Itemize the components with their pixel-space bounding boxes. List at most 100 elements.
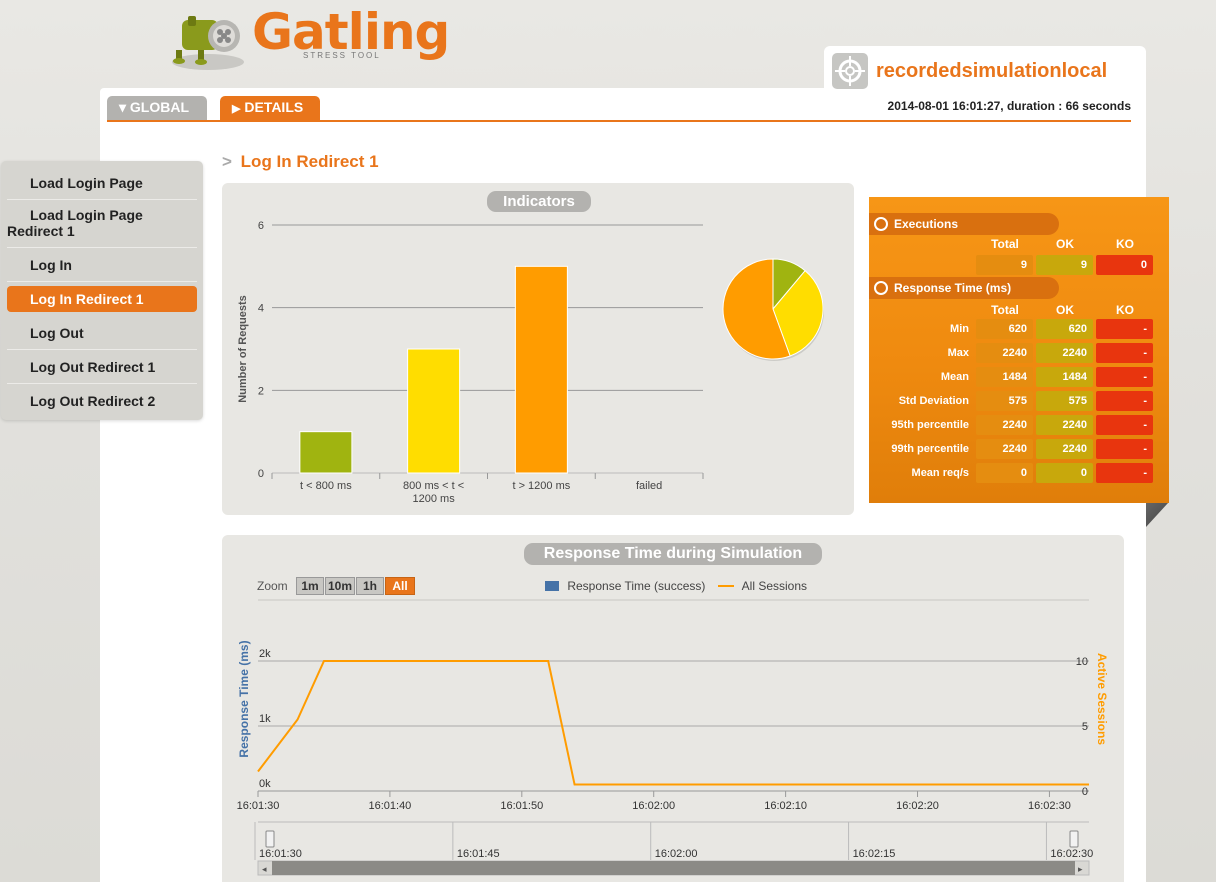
rt-cell-ko: - (1096, 343, 1153, 363)
scroll-left-icon: ◂ (262, 864, 267, 874)
executions-title: Executions (894, 217, 959, 231)
x-tick-label: 16:02:30 (1028, 800, 1071, 812)
rt-row-label: 99th percentile (891, 443, 969, 455)
y-right-axis-label: Active Sessions (1095, 653, 1109, 745)
x-tick-label: 16:02:00 (632, 800, 675, 812)
tab-details[interactable]: ▶ DETAILS (220, 96, 320, 121)
rt-cell-ok: 2240 (1036, 415, 1093, 435)
response-time-chart: 0k 1k 2k 0 5 10 Response Time (ms) Active Sessi… (237, 599, 1109, 876)
navigator-tick-label: 16:02:30 (1050, 848, 1093, 860)
sidebar-item-log-out[interactable]: Log Out (7, 316, 197, 350)
executions-col-total: Total (991, 237, 1019, 251)
y-tick-label: 0 (258, 468, 264, 480)
executions-ok: 9 (1036, 255, 1093, 275)
rt-cell-total: 0 (976, 463, 1033, 483)
request-sidebar: Load Login Page Load Login Page Redirect… (1, 161, 203, 420)
executions-col-ok: OK (1056, 237, 1074, 251)
rt-col-total: Total (991, 303, 1019, 317)
rt-cell-ko: - (1096, 367, 1153, 387)
x-tick-label: t > 1200 ms (512, 480, 570, 492)
rt-cell-ko: - (1096, 415, 1153, 435)
tab-label: GLOBAL (129, 99, 190, 115)
bar (299, 431, 353, 474)
legend-label: Response Time (success) (567, 579, 706, 593)
sidebar-item-load-login-page-redirect-1[interactable]: Load Login Page Redirect 1 (7, 200, 197, 248)
rt-cell-total: 2240 (976, 343, 1033, 363)
sidebar-item-label: Load Login Page (30, 207, 143, 223)
series-line-all-sessions (257, 660, 1089, 786)
rt-row-label: Mean req/s (911, 467, 969, 479)
rt-col-ko: KO (1116, 303, 1134, 317)
refresh-icon (874, 217, 888, 231)
gatling-gun-icon (172, 16, 244, 70)
executions-ko: 0 (1096, 255, 1153, 275)
y-left-tick-label: 1k (259, 713, 271, 725)
tab-underline (107, 120, 1131, 122)
x-tick-label: 800 ms < t < (403, 480, 464, 492)
sidebar-item-log-in-redirect-1[interactable]: Log In Redirect 1 (7, 286, 197, 312)
rt-cell-ko: - (1096, 319, 1153, 339)
rt-row-label: 95th percentile (891, 419, 969, 431)
y-right-tick-label: 10 (1076, 656, 1088, 668)
gatling-logo[interactable]: Gatling STRESS TOOL (160, 0, 460, 80)
y-left-tick-label: 2k (259, 648, 271, 660)
rt-cell-ok: 575 (1036, 391, 1093, 411)
x-tick-label: 16:01:40 (368, 800, 411, 812)
rt-cell-ok: 2240 (1036, 343, 1093, 363)
sidebar-item-label: Log Out (30, 325, 84, 341)
navigator-tick-label: 16:01:45 (457, 848, 500, 860)
sidebar-item-log-out-redirect-2[interactable]: Log Out Redirect 2 (7, 384, 197, 418)
navigator-handle (1069, 830, 1079, 848)
x-tick-label: failed (636, 480, 662, 492)
bar (407, 348, 461, 474)
zoom-1m-button[interactable]: 1m (296, 577, 324, 595)
rt-cell-ko: - (1096, 463, 1153, 483)
x-tick-label: 16:02:20 (896, 800, 939, 812)
legend-all-sessions[interactable]: All Sessions (718, 579, 807, 593)
triangle-down-icon: ▾ (119, 99, 127, 115)
zoom-label: Zoom (257, 579, 288, 593)
zoom-all-button[interactable]: All (385, 577, 415, 595)
indicators-chart: 0 2 4 6 Number of Requests t < 800 ms 800 ms <… (237, 220, 824, 505)
y-right-tick-label: 0 (1082, 786, 1088, 798)
tab-global[interactable]: ▾ GLOBAL (107, 96, 207, 121)
rt-col-ok: OK (1056, 303, 1074, 317)
sidebar-item-label: Log In (30, 257, 72, 273)
clock-icon (874, 281, 888, 295)
scroll-right-icon: ▸ (1078, 864, 1083, 874)
y-left-tick-label: 0k (259, 778, 271, 790)
rt-cell-total: 2240 (976, 439, 1033, 459)
navigator-tick-label: 16:01:30 (259, 848, 302, 860)
sidebar-item-load-login-page[interactable]: Load Login Page (7, 166, 197, 200)
sidebar-item-label: Log Out Redirect 1 (30, 359, 156, 375)
sidebar-item-log-in[interactable]: Log In (7, 248, 197, 282)
y-left-axis-label: Response Time (ms) (237, 640, 251, 757)
x-tick-label: t < 800 ms (300, 480, 352, 492)
panel-fold-decoration (1146, 503, 1168, 527)
simulation-name: recordedsimulationlocal (876, 60, 1108, 82)
page-title: > Log In Redirect 1 (222, 152, 379, 172)
rt-cell-ok: 620 (1036, 319, 1093, 339)
executions-total: 9 (976, 255, 1033, 275)
navigator-tick-label: 16:02:15 (853, 848, 896, 860)
target-icon (832, 53, 868, 89)
legend-label: All Sessions (741, 579, 808, 593)
scrollbar-thumb (272, 861, 1075, 875)
rt-cell-ok: 0 (1036, 463, 1093, 483)
zoom-1h-button[interactable]: 1h (356, 577, 384, 595)
rt-row-label: Min (950, 323, 969, 335)
rt-cell-ok: 2240 (1036, 439, 1093, 459)
rt-cell-total: 620 (976, 319, 1033, 339)
rt-cell-total: 1484 (976, 367, 1033, 387)
rt-row-label: Mean (940, 371, 969, 383)
x-tick-label: 16:02:10 (764, 800, 807, 812)
zoom-10m-button[interactable]: 10m (325, 577, 355, 595)
sidebar-item-log-out-redirect-1[interactable]: Log Out Redirect 1 (7, 350, 197, 384)
y-axis-label: Number of Requests (237, 295, 249, 403)
legend-response-time[interactable]: Response Time (success) (545, 579, 705, 593)
response-time-chart-title: Response Time during Simulation (524, 543, 822, 565)
triangle-right-icon: ▶ (232, 103, 241, 115)
sidebar-item-label: Log In Redirect 1 (30, 291, 144, 307)
legend-line-icon (718, 585, 734, 587)
y-right-tick-label: 5 (1082, 721, 1088, 733)
